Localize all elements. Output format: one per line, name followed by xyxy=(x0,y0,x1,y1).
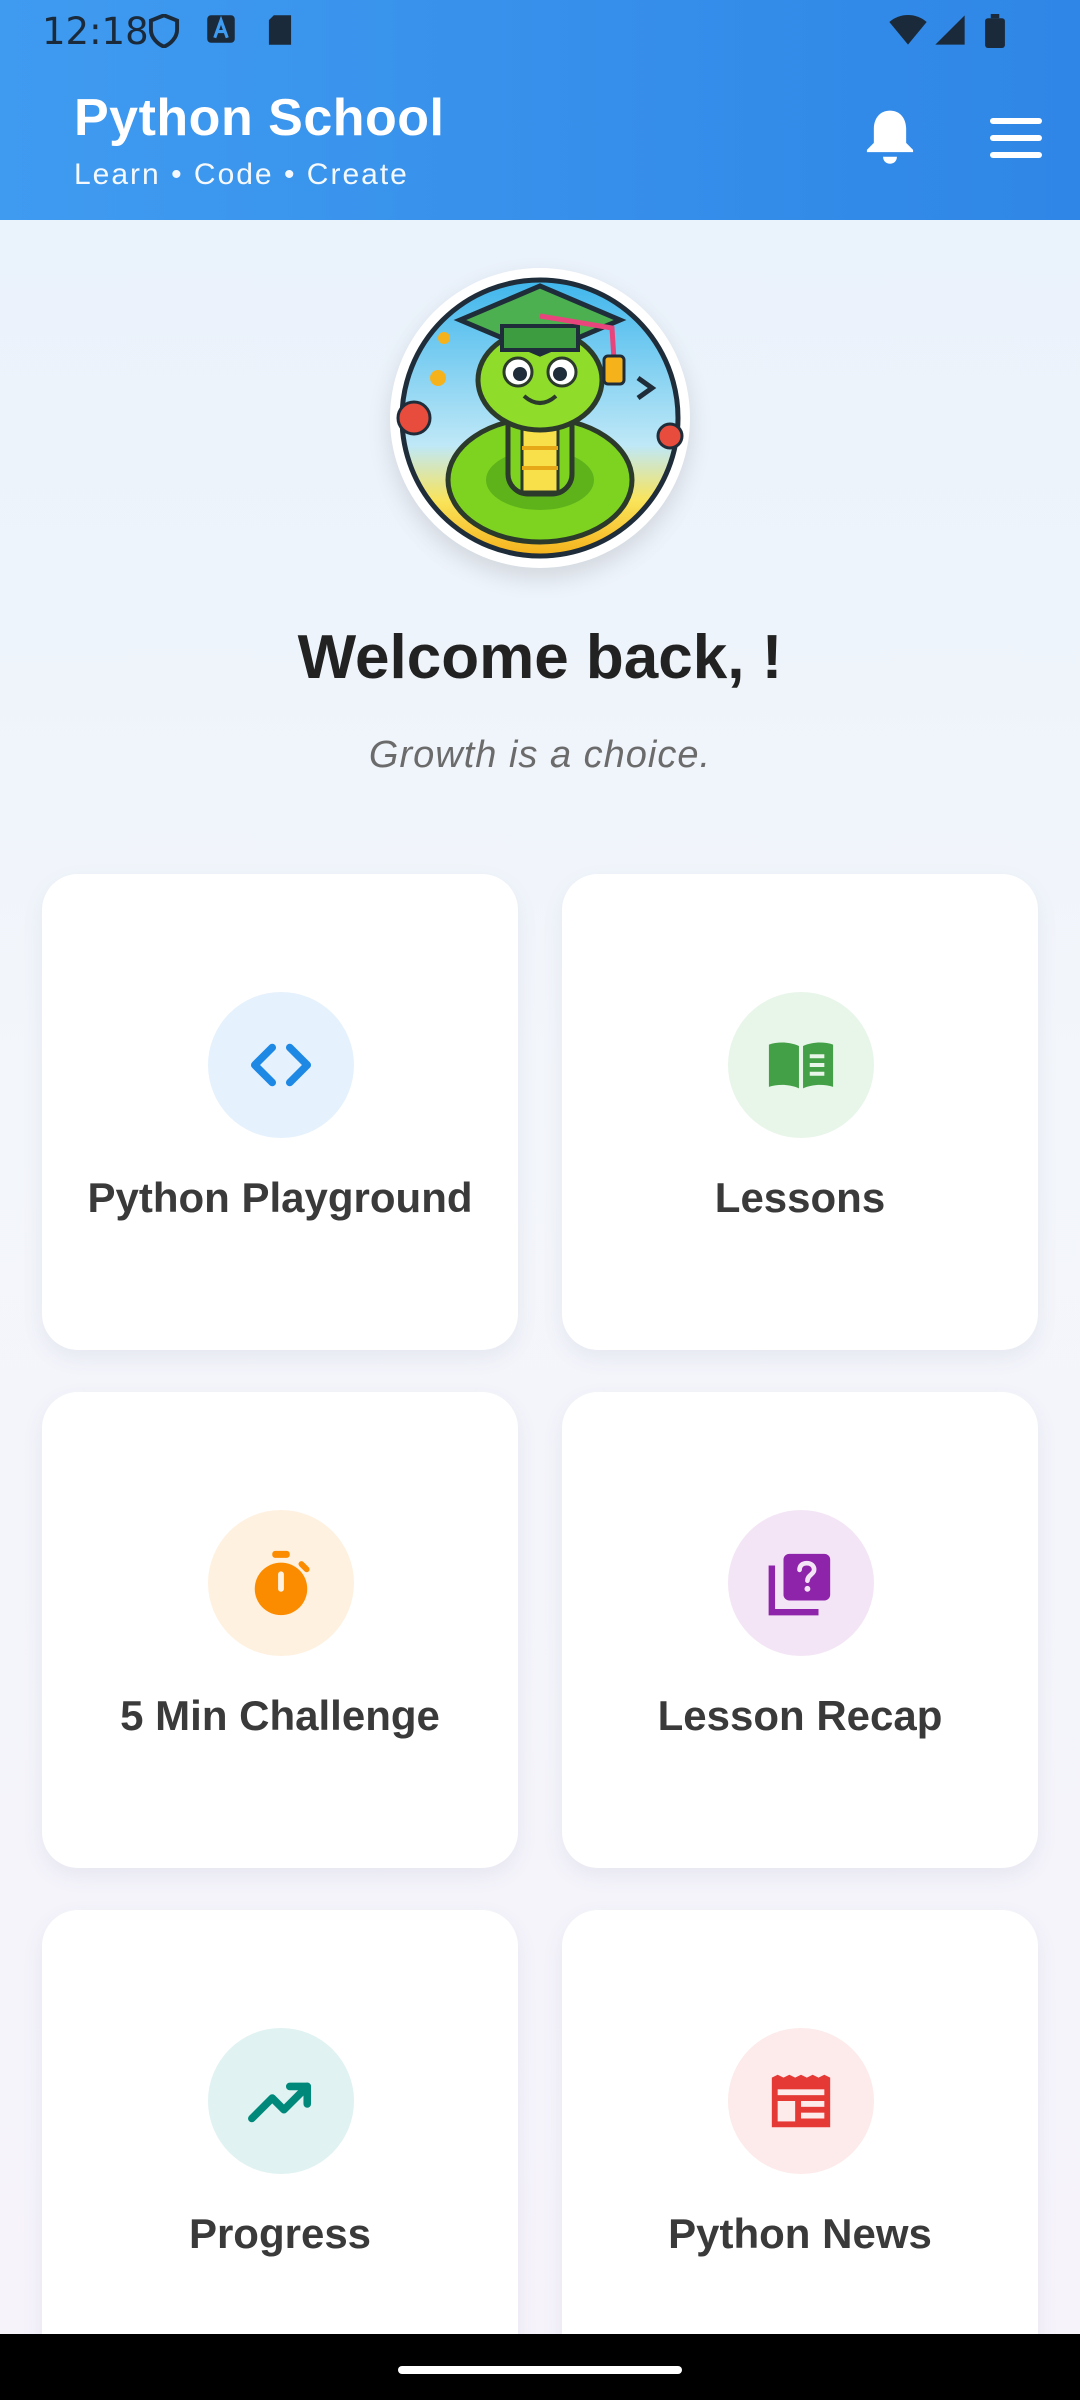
status-time: 12:18 xyxy=(42,10,149,53)
card-5-min-challenge[interactable]: 5 Min Challenge xyxy=(42,1392,518,1868)
mascot-avatar xyxy=(390,268,690,568)
card-icon-circle xyxy=(208,992,354,1138)
welcome-heading: Welcome back, ! xyxy=(297,623,783,692)
quiz-icon xyxy=(768,1553,831,1616)
menu-icon[interactable] xyxy=(990,118,1042,158)
shield-icon xyxy=(148,14,180,48)
timer-icon xyxy=(254,1550,310,1616)
card-label: Progress xyxy=(188,2210,372,2257)
news-icon xyxy=(771,2074,831,2128)
card-label: Lessons xyxy=(714,1174,886,1221)
card-icon-circle xyxy=(208,2028,354,2174)
card-label: Python Playground xyxy=(87,1174,473,1221)
trending-up-icon xyxy=(248,2082,312,2123)
sd-card-icon xyxy=(268,15,292,45)
card-lessons[interactable]: Lessons xyxy=(562,874,1038,1350)
app-subtitle: Learn • Code • Create xyxy=(74,158,409,191)
card-icon-circle xyxy=(208,1510,354,1656)
signal-icon xyxy=(935,15,965,45)
card-progress[interactable]: Progress xyxy=(42,1910,518,2386)
python-mascot-icon xyxy=(396,277,684,559)
card-icon-circle xyxy=(728,992,874,1138)
wifi-icon xyxy=(889,15,927,45)
status-bar: 12:18 xyxy=(0,0,1080,62)
app-bar: 12:18 Python School Learn • Code • Creat… xyxy=(0,0,1080,220)
code-icon xyxy=(250,1043,312,1087)
card-lesson-recap[interactable]: Lesson Recap xyxy=(562,1392,1038,1868)
card-label: 5 Min Challenge xyxy=(120,1692,440,1739)
card-label: Python News xyxy=(668,2210,932,2257)
book-icon xyxy=(768,1042,834,1089)
card-python-playground[interactable]: Python Playground xyxy=(42,874,518,1350)
bell-icon[interactable] xyxy=(862,106,918,166)
app-title: Python School xyxy=(74,89,445,147)
tagline: Growth is a choice. xyxy=(368,734,712,776)
home-gesture-handle[interactable] xyxy=(398,2366,682,2374)
card-icon-circle xyxy=(728,1510,874,1656)
card-label: Lesson Recap xyxy=(657,1692,943,1739)
card-icon-circle xyxy=(728,2028,874,2174)
battery-icon xyxy=(985,14,1005,48)
card-python-news[interactable]: Python News xyxy=(562,1910,1038,2386)
accessibility-icon xyxy=(207,15,235,43)
app-title-block: Python School Learn • Code • Create xyxy=(74,88,445,192)
